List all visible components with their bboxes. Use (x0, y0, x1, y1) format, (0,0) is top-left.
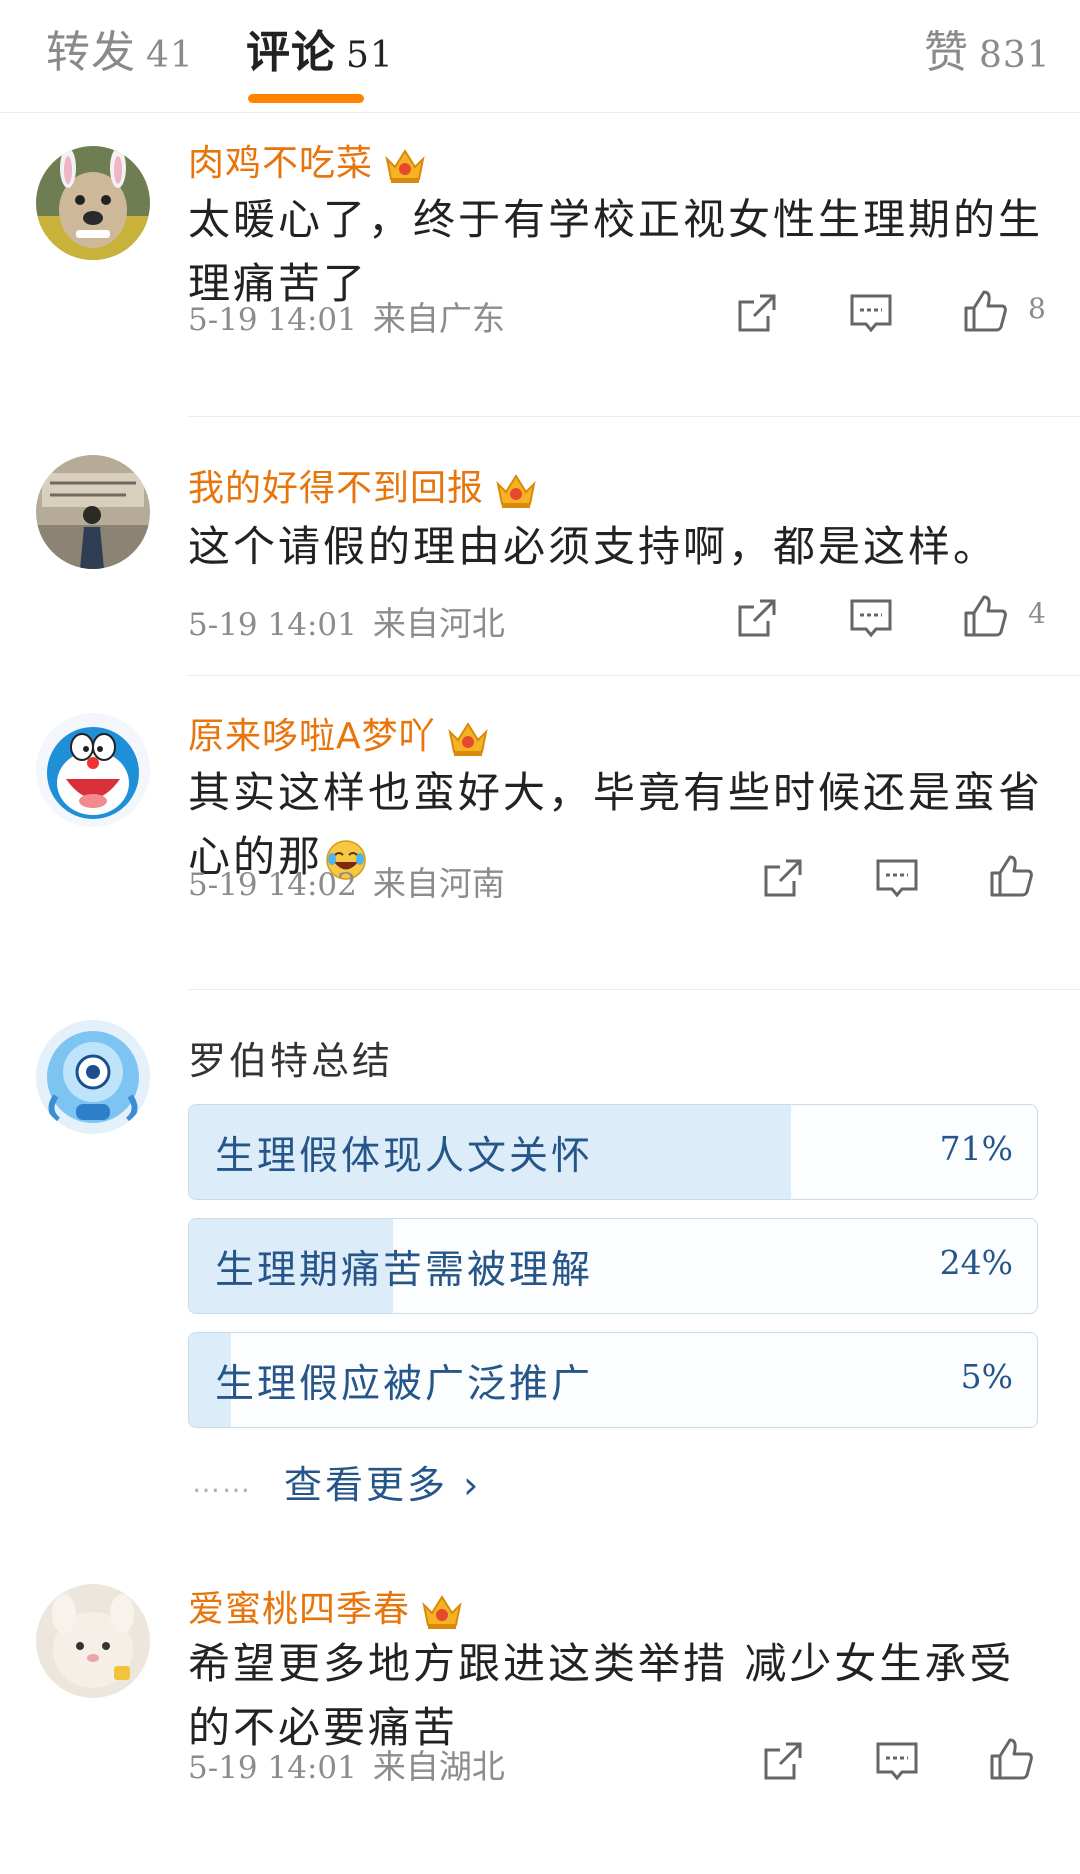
repost-icon[interactable] (734, 595, 780, 641)
crown-badge-icon (446, 718, 490, 758)
like-count: 4 (1028, 597, 1046, 630)
crown-badge-icon (494, 470, 538, 510)
comment-username[interactable]: 肉鸡不吃菜 (188, 134, 427, 186)
avatar[interactable] (36, 1020, 150, 1134)
repost-icon[interactable] (760, 1738, 806, 1784)
poll-option-label: 生理假体现人文关怀 (215, 1134, 594, 1179)
comment-time: 5-19 14:01 (188, 1750, 357, 1786)
comment-meta: 5-19 14:02 来自河南 (188, 857, 505, 905)
comment-icon[interactable] (874, 1738, 920, 1784)
more-dots: …… (192, 1466, 252, 1499)
poll-title: 罗伯特总结 (188, 1039, 394, 1083)
poll-option[interactable]: 生理期痛苦需被理解 24% (188, 1218, 1038, 1314)
view-more-link[interactable]: 查看更多 › (284, 1454, 481, 1509)
avatar[interactable] (36, 1584, 150, 1698)
comment-icon[interactable] (848, 595, 894, 641)
poll-option-percent: 71% (939, 1129, 1013, 1168)
poll-option-percent: 5% (960, 1357, 1013, 1396)
repost-icon[interactable] (734, 290, 780, 336)
active-tab-indicator (248, 94, 364, 103)
comment-location: 来自广东 (372, 299, 505, 338)
avatar[interactable] (36, 146, 150, 260)
comment-time: 5-19 14:01 (188, 607, 357, 643)
avatar[interactable] (36, 455, 150, 569)
thumbs-up-icon[interactable] (962, 593, 1008, 639)
thumbs-up-icon[interactable] (988, 1736, 1034, 1782)
poll-option-label: 生理期痛苦需被理解 (215, 1248, 594, 1293)
crown-badge-icon (383, 145, 427, 185)
avatar[interactable] (36, 713, 150, 827)
crown-badge-icon (420, 1591, 464, 1631)
comment-meta: 5-19 14:01 来自湖北 (188, 1740, 505, 1788)
comment-username[interactable]: 我的好得不到回报 (188, 459, 538, 511)
divider (188, 416, 1080, 417)
comment-username[interactable]: 爱蜜桃四季春 (188, 1580, 464, 1632)
poll-option-label: 生理假应被广泛推广 (215, 1362, 594, 1407)
tab-likes[interactable]: 赞 831 (924, 16, 1051, 80)
like-count: 8 (1028, 292, 1046, 325)
comment-location: 来自湖北 (372, 1747, 505, 1786)
tab-comments[interactable]: 评论 51 (246, 16, 394, 80)
comment-tabs: 转发 41 评论 51 赞 831 (0, 0, 1080, 113)
comment-meta: 5-19 14:01 来自河北 (188, 597, 505, 645)
divider (188, 989, 1080, 990)
thumbs-up-icon[interactable] (962, 288, 1008, 334)
repost-icon[interactable] (760, 855, 806, 901)
comment-icon[interactable] (874, 855, 920, 901)
poll-option-percent: 24% (939, 1243, 1013, 1282)
comment-time: 5-19 14:02 (188, 867, 357, 903)
divider (188, 675, 1080, 676)
comment-username[interactable]: 原来哆啦A梦吖 (188, 707, 490, 759)
comment-time: 5-19 14:01 (188, 302, 357, 338)
poll-option[interactable]: 生理假体现人文关怀 71% (188, 1104, 1038, 1200)
comment-text: 这个请假的理由必须支持啊，都是这样。 (188, 522, 999, 571)
thumbs-up-icon[interactable] (988, 853, 1034, 899)
comment-location: 来自河南 (372, 864, 505, 903)
comment-icon[interactable] (848, 290, 894, 336)
poll-option[interactable]: 生理假应被广泛推广 5% (188, 1332, 1038, 1428)
tab-reposts[interactable]: 转发 41 (46, 16, 194, 80)
comment-location: 来自河北 (372, 604, 505, 643)
comment-meta: 5-19 14:01 来自广东 (188, 292, 505, 340)
